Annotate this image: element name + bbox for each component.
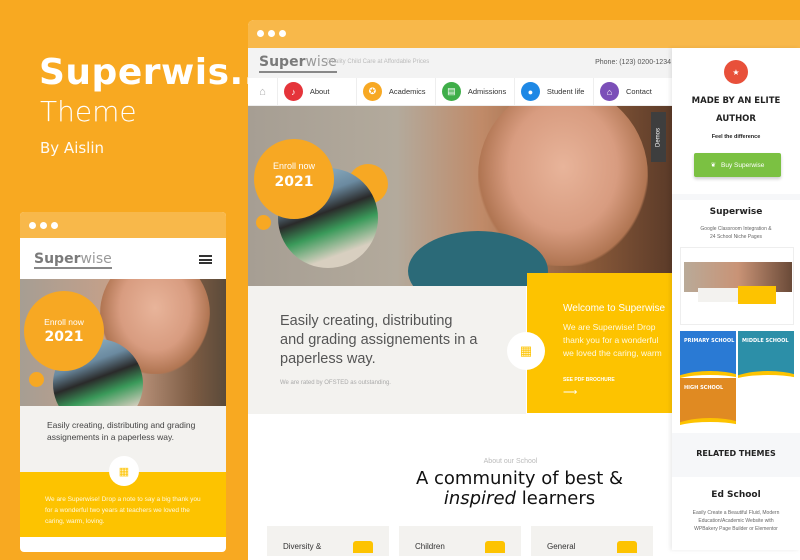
product-desc: Google Classroom Integration & 24 School … [700,226,772,240]
hero-banner: Enroll now 2021 [248,106,673,286]
welcome-line: We are Superwise! Drop [563,322,656,332]
nav-label: Contact [625,87,652,96]
feature-cards: Diversity & Children General [267,526,653,556]
mobile-preview-window: Superwise Enroll now 2021 Easily creatin… [20,212,226,552]
award-icon: ✪ [362,82,382,101]
feature-panel: Easily creating, distributing and gradin… [248,286,526,414]
primary-school-tile[interactable]: PRIMARY SCHOOL [680,331,736,383]
product-name: Superwise [709,207,763,217]
feature-card[interactable]: Children [399,526,521,556]
window-titlebar [20,212,226,238]
welcome-text: We are Superwise! Drop a note to say a b… [45,496,201,525]
site-phone: Phone: (123) 0200-1234 [595,59,671,66]
nav-label: Student life [546,87,585,96]
nav-item-student-life[interactable]: ● Student life [515,78,594,105]
welcome-text: We are Superwise! Drop thank you for a w… [563,321,662,360]
mobile-logo[interactable]: Superwise [34,251,112,269]
site-logo[interactable]: Superwise [259,54,337,73]
about-title: A community of best & inspired learners [415,468,624,509]
site-tagline: Quality Child Care at Affordable Prices [327,59,430,65]
promo-title: Superwis.. [39,52,258,93]
window-dots [257,30,286,37]
enroll-circle[interactable]: Enroll now 2021 [24,291,104,371]
about-section: About our School A community of best & in… [248,458,673,509]
school-icon: ▦ [109,456,139,486]
decor-circle-small [256,215,271,230]
middle-school-tile[interactable]: MIDDLE SCHOOL [738,331,794,383]
user-icon: ● [520,82,540,101]
welcome-line: thank you for a wonderful [563,335,659,345]
feature-card[interactable]: Diversity & [267,526,389,556]
elite-heading: MADE BY AN ELITE [691,96,781,106]
diversity-icon [353,541,373,553]
purchase-sidebar: ★ MADE BY AN ELITE AUTHOR Feel the diffe… [672,48,800,550]
welcome-panel: Welcome to Superwise We are Superwise! D… [527,273,673,413]
enroll-label: Enroll now [44,317,84,327]
hamburger-menu-icon[interactable] [199,255,212,264]
demos-tab[interactable]: Demos [651,112,666,162]
main-nav: ⌂ ♪ About ✪ Academics ▤ Admissions ● Student… [248,78,673,106]
elite-author-badge-icon: ★ [724,60,748,84]
divider [672,194,800,200]
school-icon: ▦ [507,332,545,370]
related-theme-desc: Easily Create a Beautiful Fluid, Modern … [692,510,780,532]
brochure-link[interactable]: SEE PDF BROCHURE [563,377,615,383]
demo-thumbnail[interactable] [680,247,794,325]
buy-button[interactable]: ❦ Buy Superwise [694,153,781,177]
nav-label: About [309,87,330,96]
enroll-year: 2021 [44,329,84,345]
nav-item-admissions[interactable]: ▤ Admissions [436,78,515,105]
related-themes-heading: RELATED THEMES [672,433,800,477]
feature-note: We are rated by OFSTED as outstanding. [280,380,391,386]
related-theme-name[interactable]: Ed School [672,490,800,500]
calendar-icon [617,541,637,553]
elite-heading-line2: AUTHOR [716,114,756,124]
leaf-icon: ❦ [710,162,717,169]
nav-item-academics[interactable]: ✪ Academics [357,78,436,105]
window-dots [29,222,58,229]
about-kicker: About our School [483,458,538,465]
building-icon: ⌂ [599,82,619,101]
promo-subtitle: Theme [40,95,137,128]
nav-item-about[interactable]: ♪ About [278,78,357,105]
calendar-icon: ▤ [441,82,461,101]
site-topbar: Superwise Quality Child Care at Affordab… [248,48,673,78]
feature-heading: Easily creating, distributing and gradin… [280,313,478,367]
enroll-label: Enroll now [272,161,316,171]
nav-label: Academics [388,87,426,96]
tablet-icon [485,541,505,553]
demos-label: Demos [655,127,662,147]
nav-label: Admissions [467,87,507,96]
decor-circle-small [29,372,44,387]
feature-heading: Easily creating, distributing and gradin… [47,420,196,442]
welcome-line: we loved the caring, warm [563,348,662,358]
buy-label: Buy Superwise [721,161,765,169]
enroll-year: 2021 [274,174,314,190]
feel-the-difference: Feel the difference [711,134,761,140]
high-school-tile[interactable]: HIGH SCHOOL [680,378,736,430]
feature-card[interactable]: General [531,526,653,556]
bell-icon: ♪ [283,82,303,101]
welcome-title: Welcome to Superwise [563,303,666,314]
home-icon[interactable]: ⌂ [248,78,278,105]
arrow-right-icon[interactable]: ⟶ [563,387,577,398]
enroll-circle[interactable]: Enroll now 2021 [254,139,334,219]
promo-author: By Aislin [40,139,105,157]
window-titlebar [248,20,800,48]
mobile-hero-banner: Enroll now 2021 [20,279,226,406]
nav-item-contact[interactable]: ⌂ Contact [594,78,673,105]
